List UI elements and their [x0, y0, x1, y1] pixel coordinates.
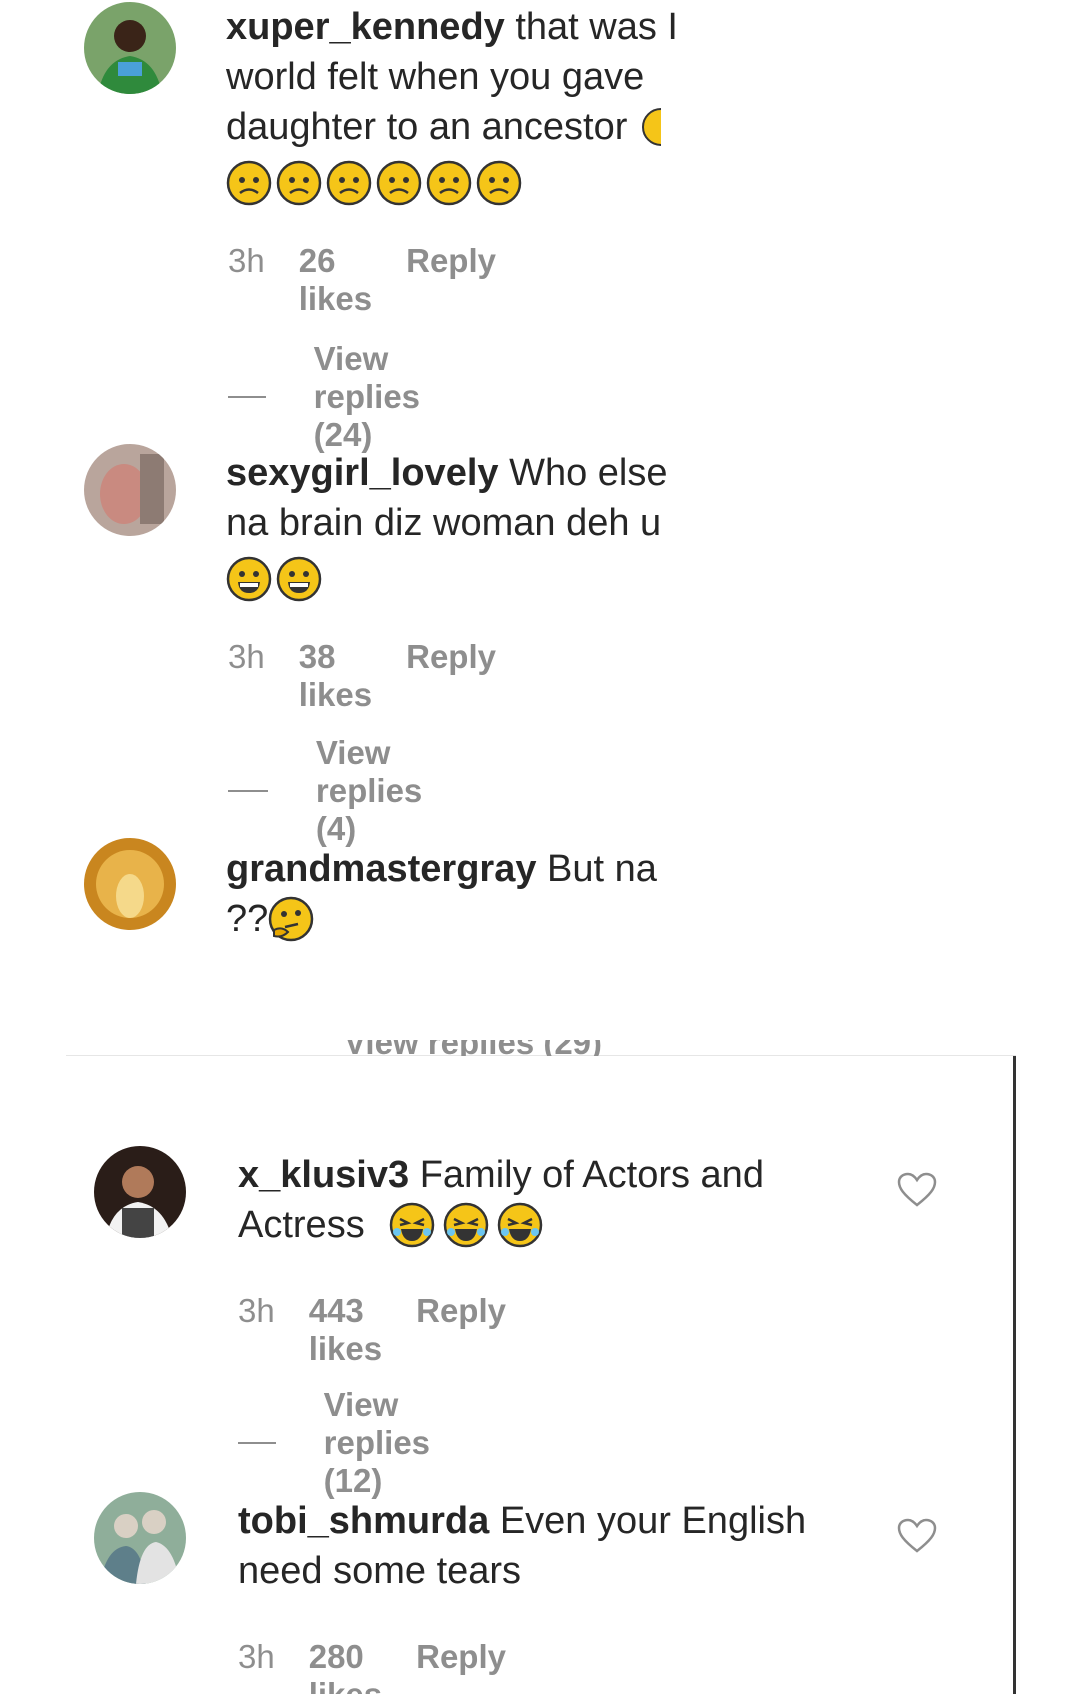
comment-text: ??: [226, 898, 269, 940]
reply-button[interactable]: Reply: [416, 1292, 506, 1368]
comment-time: 3h: [238, 1292, 275, 1329]
panel-border-line: [1013, 1056, 1016, 1694]
comment-time: 3h: [238, 1638, 275, 1675]
comment-text: na brain diz woman deh u: [226, 502, 662, 544]
like-heart-icon[interactable]: [897, 1172, 937, 1208]
comment-username[interactable]: grandmastergray: [226, 848, 536, 890]
reply-button[interactable]: Reply: [406, 638, 496, 714]
comment-time: 3h: [228, 638, 265, 675]
divider-line: [238, 1442, 276, 1444]
like-count[interactable]: 443 likes: [309, 1292, 382, 1368]
view-replies-label: View replies (24): [313, 340, 421, 453]
reply-button[interactable]: Reply: [406, 242, 496, 318]
sad-face-icon: [476, 160, 522, 206]
sad-face-icon: [276, 160, 322, 206]
comment-text: But na: [547, 848, 657, 890]
comment-text: Family of Actors and: [419, 1154, 764, 1196]
comment-username[interactable]: xuper_kennedy: [226, 6, 505, 48]
avatar[interactable]: [84, 444, 176, 536]
comment-meta: 3h 38 likes Reply: [228, 638, 496, 714]
like-heart-icon[interactable]: [897, 1518, 937, 1554]
comment-text: Actress: [238, 1204, 365, 1246]
comment-meta: 3h 443 likes Reply: [238, 1292, 506, 1368]
emoji-row: [226, 158, 686, 208]
sad-face-icon: [426, 160, 472, 206]
view-replies-button[interactable]: View replies (4): [228, 734, 452, 848]
emoji-row: [226, 554, 682, 604]
comment-text: Who else: [509, 452, 668, 494]
avatar[interactable]: [94, 1146, 186, 1238]
avatar[interactable]: [84, 838, 176, 930]
view-replies-button[interactable]: View replies (12): [238, 1386, 462, 1500]
avatar[interactable]: [94, 1492, 186, 1584]
comment-username[interactable]: tobi_shmurda: [238, 1500, 489, 1542]
divider-line: [228, 396, 266, 398]
like-count[interactable]: 38 likes: [299, 638, 372, 714]
comment-username[interactable]: sexygirl_lovely: [226, 452, 499, 494]
grin-face-icon: [276, 556, 322, 602]
like-count[interactable]: 280 likes: [309, 1638, 382, 1694]
sad-face-icon: [376, 160, 422, 206]
comment-text: that was I: [515, 6, 678, 48]
like-count[interactable]: 26 likes: [299, 242, 372, 318]
view-replies-label: View replies (4): [315, 734, 423, 847]
comment-text: Even your English: [499, 1500, 807, 1542]
thinking-face-icon: [268, 896, 314, 942]
comment-meta: 3h 280 likes Reply: [238, 1638, 506, 1694]
comment-text: need some tears: [238, 1550, 522, 1592]
comment-text: world felt when you gave: [226, 56, 645, 98]
divider-line: [228, 790, 268, 792]
laughing-face-icon: [497, 1202, 543, 1248]
comment-meta: 3h 26 likes Reply: [228, 242, 496, 318]
comment-username[interactable]: x_klusiv3: [238, 1154, 409, 1196]
avatar[interactable]: [84, 2, 176, 94]
laughing-face-icon: [443, 1202, 489, 1248]
view-replies-button[interactable]: View replies (24): [228, 340, 452, 454]
sad-face-icon: [226, 160, 272, 206]
screenshot-top-panel: xuper_kennedy that was I world felt when…: [0, 0, 1080, 1056]
comment-time: 3h: [228, 242, 265, 279]
screenshot-bottom-panel: x_klusiv3 Family of Actors and Actress 3…: [0, 1056, 1080, 1694]
cropped-emoji-icon: [641, 107, 662, 147]
comment-text: daughter to an ancestor: [226, 106, 628, 148]
laughing-face-icon: [389, 1202, 435, 1248]
reply-button[interactable]: Reply: [416, 1638, 506, 1694]
view-replies-label: View replies (12): [323, 1386, 431, 1499]
grin-face-icon: [226, 556, 272, 602]
sad-face-icon: [326, 160, 372, 206]
